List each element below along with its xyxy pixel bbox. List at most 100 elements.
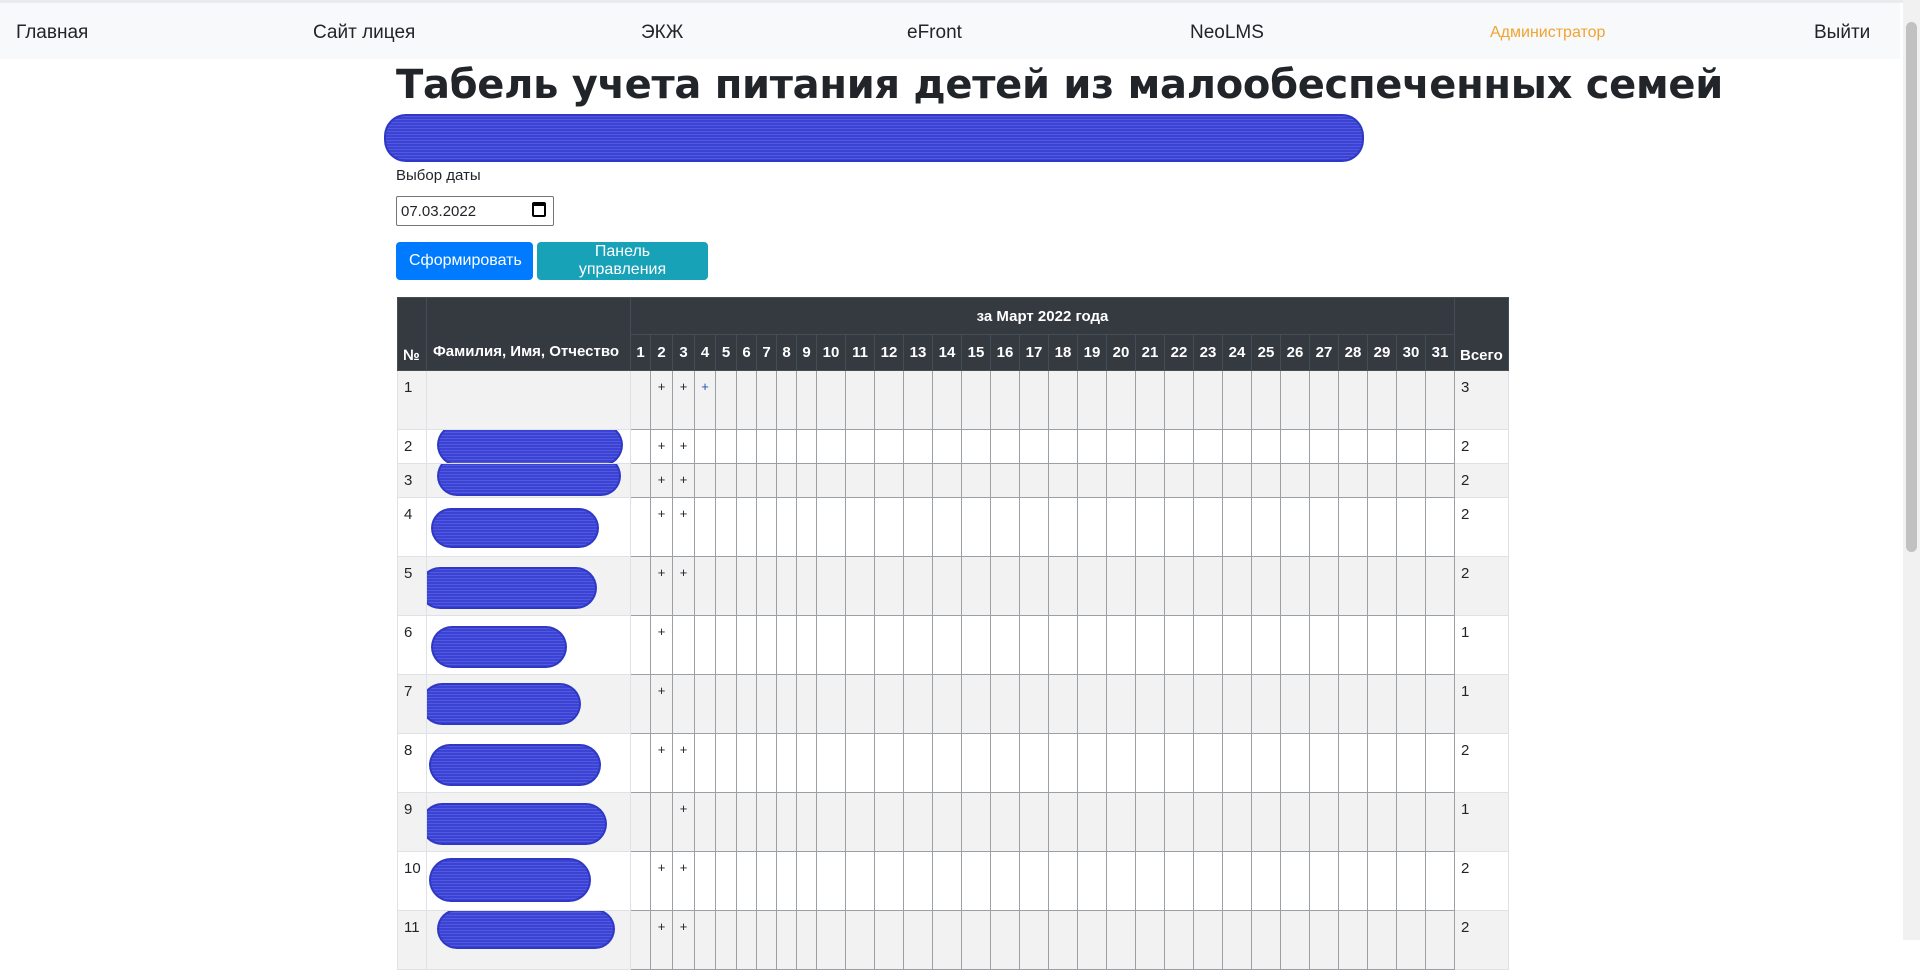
day-mark-cell[interactable] (1135, 851, 1165, 911)
day-mark-cell[interactable] (1106, 733, 1136, 793)
day-mark-cell[interactable] (1135, 497, 1165, 557)
day-mark-cell[interactable] (1164, 497, 1194, 557)
day-mark-cell[interactable] (990, 792, 1020, 852)
day-mark-cell[interactable] (694, 851, 716, 911)
day-mark-cell[interactable] (1338, 792, 1368, 852)
day-mark-cell[interactable] (776, 674, 797, 734)
day-mark-cell[interactable] (756, 733, 777, 793)
scrollbar[interactable] (1903, 0, 1920, 940)
day-mark-cell[interactable] (1309, 370, 1339, 430)
day-mark-cell[interactable] (1019, 370, 1049, 430)
day-mark-cell[interactable] (776, 733, 797, 793)
day-mark-cell[interactable] (715, 910, 737, 970)
day-mark-cell[interactable] (816, 674, 846, 734)
day-mark-cell[interactable] (874, 910, 904, 970)
day-mark-cell[interactable] (1280, 497, 1310, 557)
day-mark-cell[interactable] (932, 674, 962, 734)
day-mark-cell[interactable]: + (672, 497, 695, 557)
day-mark-cell[interactable] (1338, 910, 1368, 970)
day-mark-cell[interactable] (796, 733, 817, 793)
day-mark-cell[interactable]: + (650, 429, 673, 464)
day-mark-cell[interactable] (1193, 463, 1223, 498)
day-mark-cell[interactable] (1193, 370, 1223, 430)
day-mark-cell[interactable] (1222, 910, 1252, 970)
day-mark-cell[interactable] (694, 674, 716, 734)
day-mark-cell[interactable] (1193, 674, 1223, 734)
day-mark-cell[interactable] (874, 851, 904, 911)
day-mark-cell[interactable] (932, 615, 962, 675)
day-mark-cell[interactable]: + (672, 429, 695, 464)
day-mark-cell[interactable] (1251, 370, 1281, 430)
day-mark-cell[interactable] (1425, 674, 1455, 734)
day-mark-cell[interactable] (630, 674, 651, 734)
date-input[interactable] (396, 196, 554, 226)
day-mark-cell[interactable] (1396, 370, 1426, 430)
day-mark-cell[interactable] (1135, 615, 1165, 675)
day-mark-cell[interactable] (874, 792, 904, 852)
day-mark-cell[interactable] (1164, 370, 1194, 430)
day-mark-cell[interactable] (1106, 429, 1136, 464)
day-mark-cell[interactable] (1135, 370, 1165, 430)
day-mark-cell[interactable] (756, 615, 777, 675)
day-mark-cell[interactable] (961, 792, 991, 852)
day-mark-cell[interactable] (845, 556, 875, 616)
day-mark-cell[interactable] (1135, 429, 1165, 464)
day-mark-cell[interactable] (672, 674, 695, 734)
day-mark-cell[interactable] (1164, 615, 1194, 675)
day-mark-cell[interactable] (756, 556, 777, 616)
day-mark-cell[interactable] (961, 910, 991, 970)
control-panel-button[interactable]: Панель управления (537, 242, 708, 280)
day-mark-cell[interactable] (816, 733, 846, 793)
day-mark-cell[interactable]: + (650, 556, 673, 616)
day-mark-cell[interactable] (1338, 370, 1368, 430)
day-mark-cell[interactable] (874, 370, 904, 430)
day-mark-cell[interactable] (932, 497, 962, 557)
day-mark-cell[interactable] (961, 463, 991, 498)
day-mark-cell[interactable] (845, 733, 875, 793)
day-mark-cell[interactable] (932, 792, 962, 852)
day-mark-cell[interactable] (1251, 429, 1281, 464)
day-mark-cell[interactable] (903, 429, 933, 464)
day-mark-cell[interactable] (1135, 556, 1165, 616)
day-mark-cell[interactable] (1222, 674, 1252, 734)
day-mark-cell[interactable] (1048, 463, 1078, 498)
day-mark-cell[interactable] (1338, 556, 1368, 616)
day-mark-cell[interactable] (796, 370, 817, 430)
day-mark-cell[interactable] (932, 429, 962, 464)
day-mark-cell[interactable] (1193, 429, 1223, 464)
day-mark-cell[interactable] (630, 615, 651, 675)
day-mark-cell[interactable] (1338, 615, 1368, 675)
day-mark-cell[interactable] (756, 851, 777, 911)
day-mark-cell[interactable] (736, 370, 757, 430)
day-mark-cell[interactable] (630, 556, 651, 616)
day-mark-cell[interactable] (1164, 733, 1194, 793)
day-mark-cell[interactable] (650, 792, 673, 852)
day-mark-cell[interactable] (903, 463, 933, 498)
day-mark-cell[interactable] (1048, 429, 1078, 464)
day-mark-cell[interactable] (1280, 910, 1310, 970)
day-mark-cell[interactable] (1396, 733, 1426, 793)
calendar-icon[interactable] (532, 202, 546, 217)
day-mark-cell[interactable] (1222, 792, 1252, 852)
day-mark-cell[interactable] (796, 463, 817, 498)
day-mark-cell[interactable] (736, 674, 757, 734)
day-mark-cell[interactable] (961, 615, 991, 675)
day-mark-cell[interactable] (990, 851, 1020, 911)
day-mark-cell[interactable] (1106, 370, 1136, 430)
day-mark-cell[interactable] (990, 429, 1020, 464)
day-mark-cell[interactable] (1164, 792, 1194, 852)
day-mark-cell[interactable] (816, 910, 846, 970)
day-mark-cell[interactable] (1251, 497, 1281, 557)
day-mark-cell[interactable] (816, 429, 846, 464)
day-mark-cell[interactable] (1251, 851, 1281, 911)
day-mark-cell[interactable] (961, 556, 991, 616)
day-mark-cell[interactable] (903, 733, 933, 793)
day-mark-cell[interactable] (874, 674, 904, 734)
day-mark-cell[interactable] (1106, 910, 1136, 970)
day-mark-cell[interactable] (1309, 792, 1339, 852)
day-mark-cell[interactable] (736, 910, 757, 970)
day-mark-cell[interactable] (1309, 733, 1339, 793)
day-mark-cell[interactable] (845, 674, 875, 734)
day-mark-cell[interactable] (1193, 792, 1223, 852)
day-mark-cell[interactable] (1367, 497, 1397, 557)
